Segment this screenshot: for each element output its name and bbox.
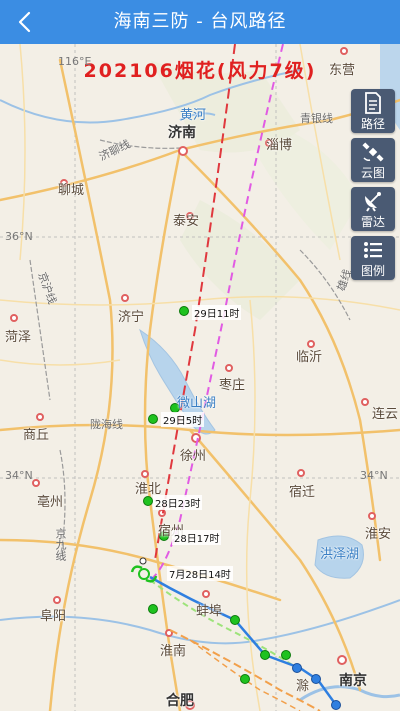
place-hefei: 合肥 [166,693,194,709]
track-label-28-14: 7月28日14时 [167,566,233,581]
place-heze: 菏泽 [5,330,32,345]
cloud-image-button[interactable]: 云图 [351,138,395,182]
place-nanjing: 南京 [339,673,367,689]
place-suqian: 宿迁 [289,485,316,500]
place-zibo: 淄博 [266,138,293,153]
place-weishanhu: 微山湖 [177,396,217,411]
satellite-icon [351,141,395,163]
place-huainan: 淮南 [160,644,187,659]
radar-button[interactable]: 雷达 [351,187,395,231]
path-button[interactable]: 路径 [351,89,395,133]
typhoon-map[interactable]: 202106烟花(风力7级) 黄河 济南 东营 淄博 聊城 泰安 济宁 菏泽 临… [0,44,400,711]
place-linyi: 临沂 [296,350,323,365]
radar-button-label: 雷达 [360,215,385,229]
place-taian: 泰安 [173,214,200,229]
page-title: 海南三防 - 台风路径 [113,11,287,32]
track-label-28-23: 28日23时 [153,495,203,510]
road-label-longhai: 陇海线 [90,418,123,431]
place-liaocheng: 聊城 [58,183,85,198]
place-zaozhuang: 枣庄 [219,378,246,393]
place-bozhou: 亳州 [37,495,64,510]
radar-dish-icon [351,190,395,212]
legend-button[interactable]: 图例 [351,236,395,280]
legend-button-label: 图例 [360,264,385,278]
latitude-label-34-right: 34°N [360,469,388,482]
app-header: 海南三防 - 台风路径 [0,0,400,44]
place-jinan: 济南 [168,125,196,141]
road-label-jingjiu: 京九线 [54,528,67,561]
list-icon [351,239,395,261]
place-fuyang: 阜阳 [40,609,67,624]
latitude-label-36: 36°N [5,230,33,243]
road-label-jiqing: 青银线 [300,112,333,125]
place-xuzhou: 徐州 [180,449,207,464]
longitude-label-116: 116°E [58,55,92,68]
place-dongying: 东营 [329,63,356,78]
place-hongzehu: 洪泽湖 [320,547,360,562]
place-jining: 济宁 [118,310,145,325]
track-label-28-17: 28日17时 [172,530,222,545]
place-lianyun: 连云 [372,407,399,422]
place-shangqiu: 商丘 [23,428,50,443]
place-bengbu: 蚌埠 [196,604,223,619]
track-label-29-05: 29日5时 [161,412,205,427]
place-huaian: 淮安 [365,527,392,542]
path-button-label: 路径 [360,117,385,131]
place-chu: 滁 [296,679,310,694]
latitude-label-34: 34°N [5,469,33,482]
cloud-image-button-label: 云图 [360,166,385,180]
document-icon [351,92,395,114]
track-label-29-11: 29日11时 [192,305,242,320]
place-huanghe: 黄河 [180,108,207,123]
